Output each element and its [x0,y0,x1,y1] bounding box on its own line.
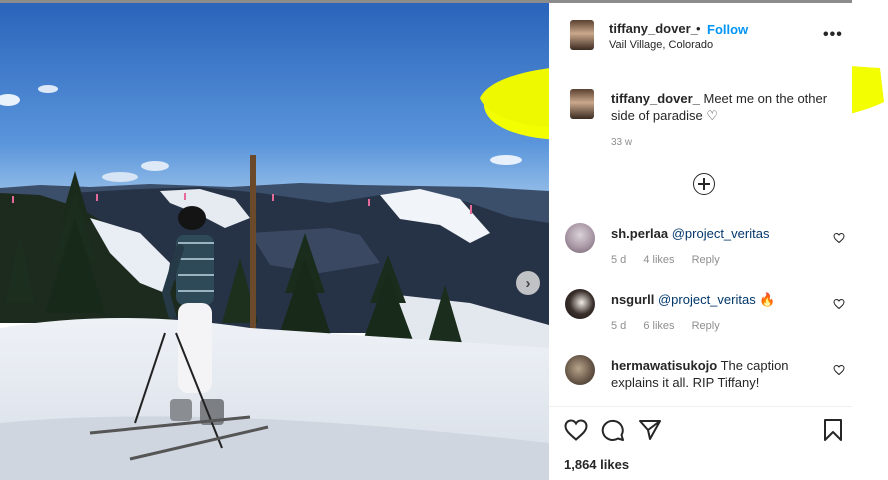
bookmark-icon[interactable] [823,419,843,441]
owner-avatar[interactable] [570,20,594,50]
comment-likes[interactable]: 6 likes [643,320,674,332]
caption-avatar[interactable] [570,89,594,119]
owner-username[interactable]: tiffany_dover_ [609,21,698,36]
reply-button[interactable]: Reply [692,320,720,332]
comment-time[interactable]: 5 d [611,320,626,332]
comment-avatar[interactable] [565,289,595,319]
comment-mention[interactable]: @project_veritas 🔥 [658,292,776,307]
comment-heart-icon[interactable] [833,232,845,244]
caption-timestamp[interactable]: 33 w [611,137,632,148]
comment-avatar[interactable] [565,223,595,253]
follow-button[interactable]: Follow [707,22,748,37]
comment-avatar[interactable] [565,355,595,385]
actions-divider [549,406,852,407]
comment-username[interactable]: nsgurll [611,292,654,307]
post-photo[interactable]: › [0,3,549,480]
comment-heart-icon[interactable] [833,364,845,376]
post-caption: tiffany_dover_ Meet me on the other side… [611,90,841,124]
share-icon[interactable] [638,419,662,441]
chevron-right-icon[interactable]: › [516,271,540,295]
comment-mention[interactable]: @project_veritas [672,226,770,241]
separator-dot: • [696,21,701,36]
comment-meta: 5 d 6 likes Reply [611,320,734,332]
reply-button[interactable]: Reply [692,254,720,266]
comment-text: sh.perlaa @project_veritas [611,225,841,242]
heart-icon[interactable] [564,419,588,441]
comment-username[interactable]: hermawatisukojo [611,358,717,373]
caption-username[interactable]: tiffany_dover_ [611,91,700,106]
comment-icon[interactable] [601,419,625,441]
likes-count[interactable]: 1,864 likes [564,457,629,472]
comment-text: nsgurll @project_veritas 🔥 [611,291,841,308]
comment-heart-icon[interactable] [833,298,845,310]
comment-username[interactable]: sh.perlaa [611,226,668,241]
comment-meta: 5 d 4 likes Reply [611,254,734,266]
more-icon[interactable]: ••• [823,26,843,44]
location-link[interactable]: Vail Village, Colorado [609,39,713,51]
comment-time[interactable]: 5 d [611,254,626,266]
comment-text: hermawatisukojo The caption explains it … [611,357,826,391]
ski-scene-image [0,3,549,480]
comment-likes[interactable]: 4 likes [643,254,674,266]
add-comment-icon[interactable] [693,173,715,195]
